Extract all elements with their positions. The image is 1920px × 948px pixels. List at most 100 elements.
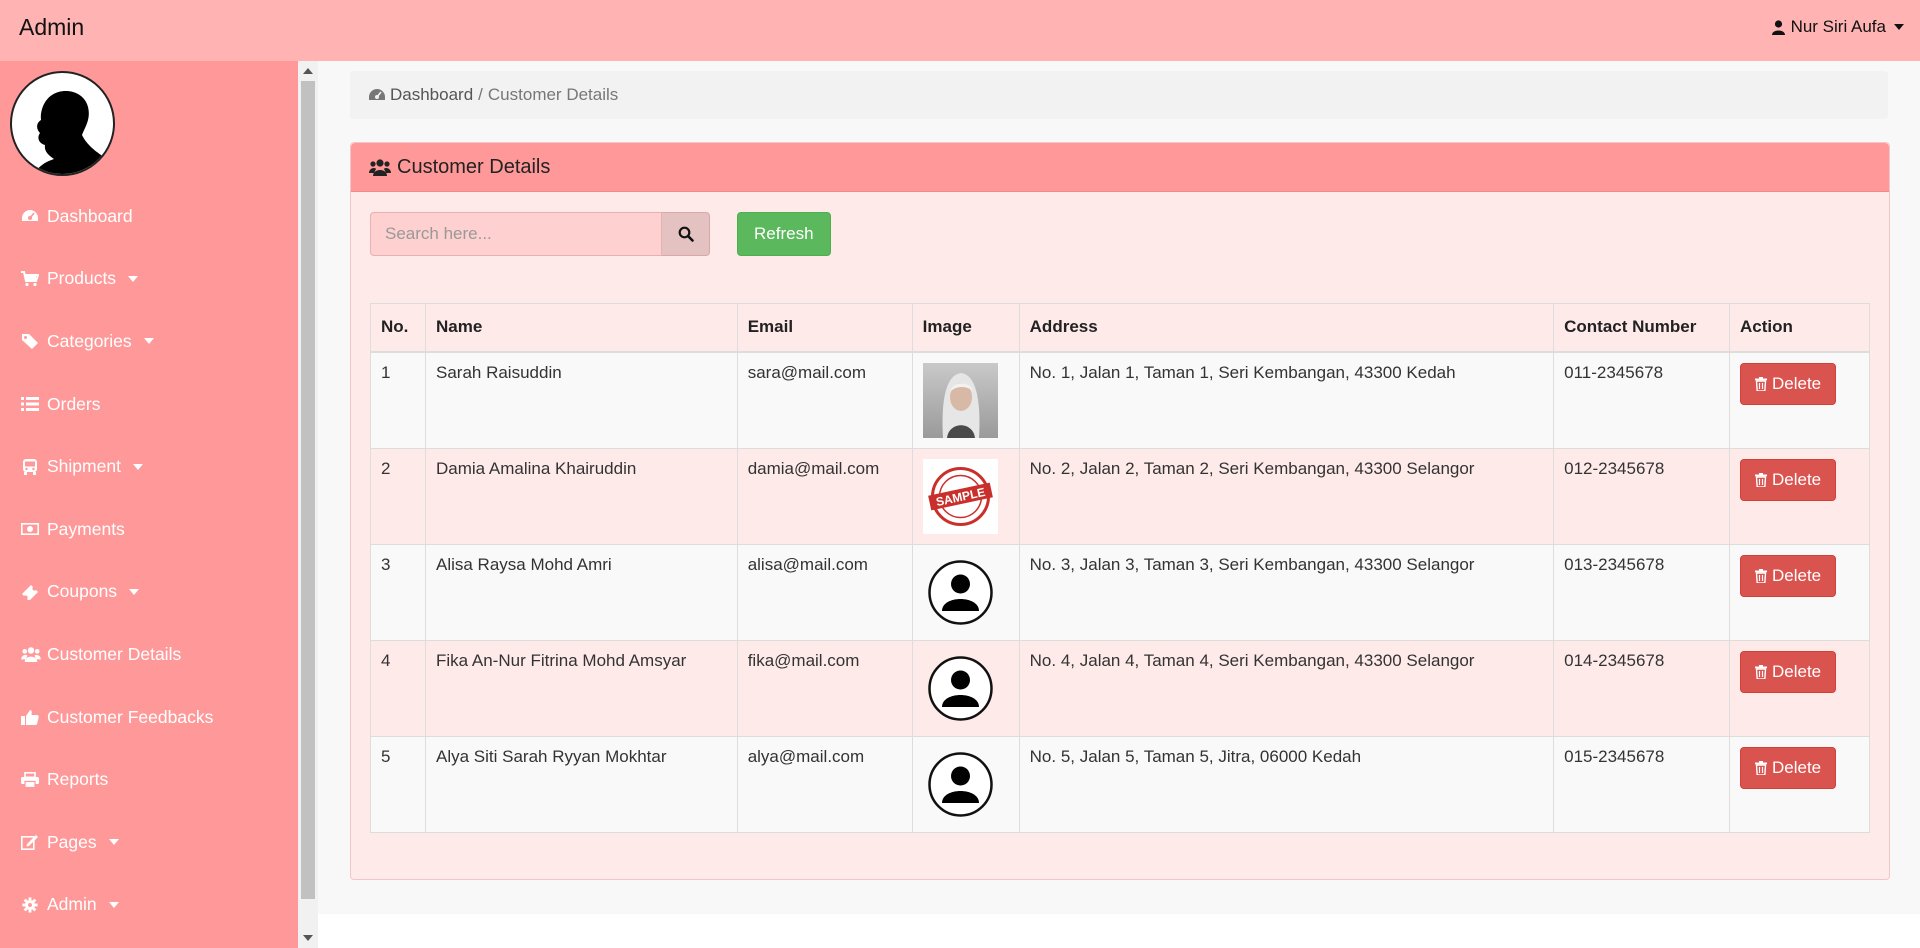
sidebar-item-products[interactable]: Products: [0, 248, 298, 311]
row-number: 3: [370, 543, 426, 641]
tag-icon: [21, 333, 39, 350]
customer-address: No. 4, Jalan 4, Taman 4, Seri Kembangan,…: [1018, 639, 1555, 737]
customer-image-cell: [911, 639, 1020, 737]
user-avatar-icon: [923, 651, 1009, 726]
column-header: Action: [1728, 303, 1871, 353]
scroll-down-arrow-icon[interactable]: [303, 935, 313, 941]
trash-icon: [1754, 760, 1767, 775]
delete-button[interactable]: Delete: [1739, 650, 1837, 693]
sidebar-item-label: Payments: [47, 518, 125, 539]
column-header: Address: [1018, 303, 1555, 353]
sidebar-item-label: Shipment: [47, 456, 121, 477]
sidebar-item-pages[interactable]: Pages: [0, 811, 298, 874]
sidebar-item-admin[interactable]: Admin: [0, 874, 298, 937]
user-avatar-icon: [923, 747, 1009, 822]
app-title[interactable]: Admin: [19, 14, 84, 41]
users-icon: [369, 158, 391, 176]
search-icon: [678, 226, 694, 242]
panel-title: Customer Details: [397, 155, 551, 178]
money-icon: [21, 521, 39, 537]
customer-email: fika@mail.com: [736, 639, 913, 737]
thumbs-up-icon: [21, 709, 39, 726]
customer-name: Sarah Raisuddin: [424, 351, 738, 449]
action-cell: Delete: [1728, 639, 1871, 737]
table-header-row: No. Name Email Image Address Contact Num…: [370, 303, 1871, 353]
customer-contact: 012-2345678: [1553, 447, 1730, 545]
breadcrumb-dashboard-link[interactable]: Dashboard: [390, 85, 473, 105]
customer-image-cell: [911, 735, 1020, 833]
sidebar-item-label: Customer Details: [47, 643, 182, 664]
row-number: 5: [370, 735, 426, 833]
action-cell: Delete: [1728, 351, 1871, 449]
breadcrumb-separator: /: [478, 85, 483, 104]
chevron-down-icon: [1894, 24, 1904, 30]
trash-icon: [1754, 568, 1767, 583]
user-menu[interactable]: Nur Siri Aufa: [1771, 17, 1904, 37]
customer-image: SAMPLE: [922, 458, 1009, 534]
chevron-down-icon: [108, 839, 119, 846]
delete-label: Delete: [1771, 757, 1822, 777]
delete-button[interactable]: Delete: [1739, 746, 1837, 789]
chevron-down-icon: [132, 463, 143, 470]
table-row: 2 Damia Amalina Khairuddin damia@mail.com S…: [370, 447, 1871, 545]
sidebar-item-label: Reports: [47, 769, 109, 790]
delete-label: Delete: [1771, 373, 1822, 393]
user-avatar-icon: [923, 555, 1009, 630]
delete-button[interactable]: Delete: [1739, 362, 1837, 405]
action-cell: Delete: [1728, 543, 1871, 641]
sidebar-nav: Dashboard Products Categories Orders Shipmen…: [0, 185, 298, 936]
bus-icon: [21, 458, 39, 475]
column-header: No.: [370, 303, 426, 353]
breadcrumb-current: Customer Details: [487, 85, 619, 104]
customer-address: No. 5, Jalan 5, Taman 5, Jitra, 06000 Ke…: [1018, 735, 1555, 833]
sidebar-item-coupons[interactable]: Coupons: [0, 561, 298, 624]
sidebar-scrollbar[interactable]: [298, 61, 318, 948]
customer-details-panel: Customer Details Refresh No. Name Email …: [350, 142, 1890, 880]
search-input[interactable]: [370, 212, 662, 256]
column-header: Email: [736, 303, 913, 353]
trash-icon: [1754, 376, 1767, 391]
sidebar-item-payments[interactable]: Payments: [0, 498, 298, 561]
gear-icon: [21, 897, 39, 913]
customer-email: alya@mail.com: [736, 735, 913, 833]
chevron-down-icon: [108, 901, 119, 908]
sidebar-item-reports[interactable]: Reports: [0, 748, 298, 811]
users-icon: [21, 646, 41, 663]
delete-button[interactable]: Delete: [1739, 554, 1837, 597]
sidebar-item-dashboard[interactable]: Dashboard: [0, 185, 298, 248]
customer-contact: 015-2345678: [1553, 735, 1730, 833]
sidebar-item-label: Categories: [47, 330, 132, 351]
table-row: 3 Alisa Raysa Mohd Amri alisa@mail.com No. …: [370, 543, 1871, 641]
dashboard-icon: [368, 87, 386, 103]
search-button[interactable]: [662, 212, 710, 256]
action-cell: Delete: [1728, 447, 1871, 545]
sidebar-item-label: Orders: [47, 393, 101, 414]
customer-table: No. Name Email Image Address Contact Num…: [370, 303, 1871, 833]
sidebar: Dashboard Products Categories Orders Shipmen…: [0, 61, 298, 948]
sidebar-item-customer-details[interactable]: Customer Details: [0, 623, 298, 686]
row-number: 2: [370, 447, 426, 545]
customer-name: Fika An-Nur Fitrina Mohd Amsyar: [424, 639, 738, 737]
breadcrumb: Dashboard / Customer Details: [350, 71, 1888, 119]
delete-button[interactable]: Delete: [1739, 458, 1837, 501]
scroll-up-arrow-icon[interactable]: [303, 68, 313, 74]
sidebar-item-categories[interactable]: Categories: [0, 310, 298, 373]
sidebar-item-customer-feedbacks[interactable]: Customer Feedbacks: [0, 686, 298, 749]
column-header: Contact Number: [1553, 303, 1730, 353]
column-header: Image: [911, 303, 1020, 353]
customer-image-cell: [911, 351, 1020, 449]
scroll-thumb[interactable]: [301, 81, 315, 899]
ticket-icon: [21, 584, 39, 600]
sidebar-item-shipment[interactable]: Shipment: [0, 435, 298, 498]
column-header: Name: [424, 303, 738, 353]
sidebar-item-orders[interactable]: Orders: [0, 373, 298, 436]
sidebar-item-label: Customer Feedbacks: [47, 706, 214, 727]
refresh-button[interactable]: Refresh: [737, 212, 831, 256]
main-content: Dashboard / Customer Details Customer De…: [318, 61, 1920, 914]
table-row: 5 Alya Siti Sarah Ryyan Mokhtar alya@mail.…: [370, 735, 1871, 833]
delete-label: Delete: [1771, 469, 1822, 489]
customer-email: damia@mail.com: [736, 447, 913, 545]
table-row: 1 Sarah Raisuddin sara@mail.com No. 1, Jala…: [370, 351, 1871, 449]
customer-image: [922, 362, 1009, 438]
customer-name: Damia Amalina Khairuddin: [424, 447, 738, 545]
